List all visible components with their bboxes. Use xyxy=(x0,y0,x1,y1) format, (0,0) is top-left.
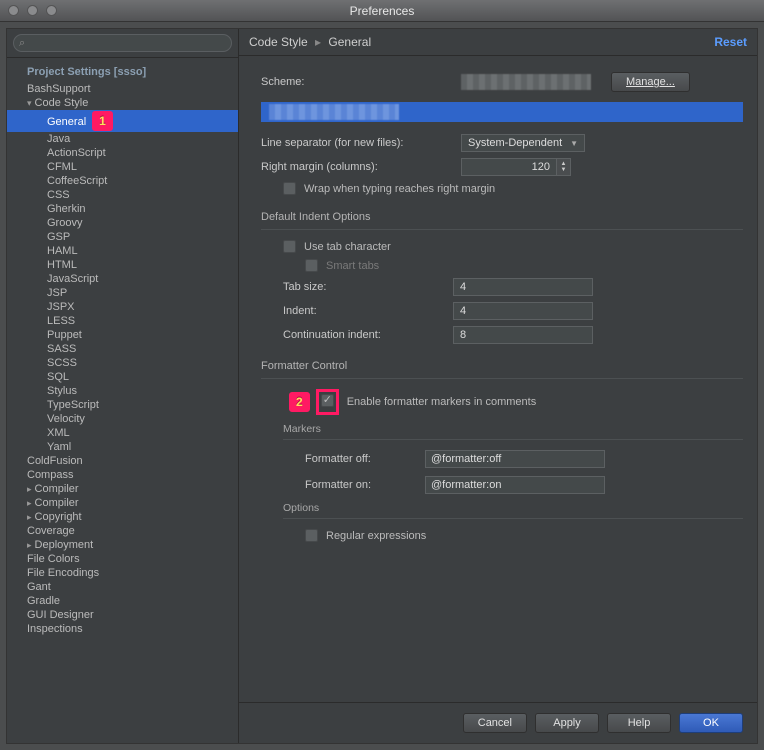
sidebar-item-file-colors[interactable]: File Colors xyxy=(7,552,238,566)
sidebar-subitem-actionscript[interactable]: ActionScript xyxy=(7,146,238,160)
sidebar-item-coverage[interactable]: Coverage xyxy=(7,524,238,538)
sidebar-subitem-sql[interactable]: SQL xyxy=(7,370,238,384)
sidebar-item-gant[interactable]: Gant xyxy=(7,580,238,594)
callout-1-badge: 1 xyxy=(92,111,113,131)
chevron-down-icon: ▼ xyxy=(570,139,578,148)
sidebar-item-code-style[interactable]: Code Style xyxy=(7,96,238,110)
sidebar-subitem-puppet[interactable]: Puppet xyxy=(7,328,238,342)
formatter-on-input[interactable] xyxy=(425,476,605,494)
wrap-checkbox[interactable] xyxy=(283,182,296,195)
sidebar-subitem-less[interactable]: LESS xyxy=(7,314,238,328)
sidebar-subitem-groovy[interactable]: Groovy xyxy=(7,216,238,230)
sidebar-item-file-encodings[interactable]: File Encodings xyxy=(7,566,238,580)
sidebar-item-gradle[interactable]: Gradle xyxy=(7,594,238,608)
use-tab-label: Use tab character xyxy=(304,241,391,253)
sidebar-subitem-gsp[interactable]: GSP xyxy=(7,230,238,244)
scheme-label: Scheme: xyxy=(261,76,461,88)
options-subtitle: Options xyxy=(261,502,743,514)
scheme-banner xyxy=(261,102,743,122)
enable-formatter-markers-checkbox[interactable] xyxy=(321,394,334,407)
minimize-window-icon[interactable] xyxy=(27,5,38,16)
line-sep-select[interactable]: System-Dependent ▼ xyxy=(461,134,585,152)
sidebar-subitem-sass[interactable]: SASS xyxy=(7,342,238,356)
sidebar-item-gui-designer[interactable]: GUI Designer xyxy=(7,608,238,622)
sidebar-subitem-jspx[interactable]: JSPX xyxy=(7,300,238,314)
sidebar-subitem-velocity[interactable]: Velocity xyxy=(7,412,238,426)
apply-button[interactable]: Apply xyxy=(535,713,599,733)
indent-section-title: Default Indent Options xyxy=(261,211,743,223)
project-settings-header: Project Settings [ssso] xyxy=(7,62,238,82)
cancel-button[interactable]: Cancel xyxy=(463,713,527,733)
tab-size-input[interactable] xyxy=(453,278,593,296)
sidebar-subitem-coffeescript[interactable]: CoffeeScript xyxy=(7,174,238,188)
line-sep-value: System-Dependent xyxy=(468,137,562,149)
sidebar-item-coldfusion[interactable]: ColdFusion xyxy=(7,454,238,468)
close-window-icon[interactable] xyxy=(8,5,19,16)
callout-2-badge: 2 xyxy=(289,392,310,412)
sidebar-subitem-java[interactable]: Java xyxy=(7,132,238,146)
sidebar-subitem-haml[interactable]: HAML xyxy=(7,244,238,258)
callout-2-highlight xyxy=(316,389,339,415)
formatter-on-label: Formatter on: xyxy=(305,479,425,491)
sidebar-subitem-css[interactable]: CSS xyxy=(7,188,238,202)
chevron-right-icon: ▸ xyxy=(315,35,321,49)
sidebar-subitem-javascript[interactable]: JavaScript xyxy=(7,272,238,286)
use-tab-checkbox[interactable] xyxy=(283,240,296,253)
right-margin-label: Right margin (columns): xyxy=(261,161,461,173)
wrap-label: Wrap when typing reaches right margin xyxy=(304,183,495,195)
formatter-off-input[interactable] xyxy=(425,450,605,468)
breadcrumb-root[interactable]: Code Style xyxy=(249,35,308,49)
sidebar-subitem-scss[interactable]: SCSS xyxy=(7,356,238,370)
regex-checkbox[interactable] xyxy=(305,529,318,542)
banner-text-redacted xyxy=(269,104,399,120)
sidebar-subitem-general[interactable]: General1 xyxy=(7,110,238,132)
indent-input[interactable] xyxy=(453,302,593,320)
smart-tabs-checkbox xyxy=(305,259,318,272)
spinner-arrows-icon[interactable]: ▲▼ xyxy=(557,158,571,176)
cont-indent-label: Continuation indent: xyxy=(283,329,453,341)
help-button[interactable]: Help xyxy=(607,713,671,733)
sidebar-item-bashsupport[interactable]: BashSupport xyxy=(7,82,238,96)
sidebar-item-inspections[interactable]: Inspections xyxy=(7,622,238,636)
manage-scheme-button[interactable]: Manage... xyxy=(611,72,690,92)
ok-button[interactable]: OK xyxy=(679,713,743,733)
breadcrumb: Code Style ▸ General Reset xyxy=(239,29,757,56)
formatter-section-title: Formatter Control xyxy=(261,360,743,372)
sidebar-item-deployment[interactable]: Deployment xyxy=(7,538,238,552)
sidebar-subitem-stylus[interactable]: Stylus xyxy=(7,384,238,398)
sidebar-subitem-jsp[interactable]: JSP xyxy=(7,286,238,300)
search-icon: ⌕ xyxy=(19,37,25,50)
formatter-off-label: Formatter off: xyxy=(305,453,425,465)
sidebar-subitem-xml[interactable]: XML xyxy=(7,426,238,440)
scheme-name-redacted xyxy=(461,74,591,90)
cont-indent-input[interactable] xyxy=(453,326,593,344)
tab-size-label: Tab size: xyxy=(283,281,453,293)
window-title: Preferences xyxy=(0,4,764,18)
reset-link[interactable]: Reset xyxy=(714,35,747,49)
sidebar-subitem-typescript[interactable]: TypeScript xyxy=(7,398,238,412)
regex-label: Regular expressions xyxy=(326,530,426,542)
settings-tree[interactable]: Project Settings [ssso] BashSupport Code… xyxy=(7,58,238,743)
zoom-window-icon[interactable] xyxy=(46,5,57,16)
sidebar-subitem-cfml[interactable]: CFML xyxy=(7,160,238,174)
sidebar-item-compiler[interactable]: Compiler xyxy=(7,496,238,510)
sidebar-item-copyright[interactable]: Copyright xyxy=(7,510,238,524)
sidebar-subitem-html[interactable]: HTML xyxy=(7,258,238,272)
indent-label: Indent: xyxy=(283,305,453,317)
traffic-lights xyxy=(8,5,57,16)
search-input[interactable] xyxy=(13,34,232,52)
sidebar-subitem-gherkin[interactable]: Gherkin xyxy=(7,202,238,216)
sidebar-subitem-yaml[interactable]: Yaml xyxy=(7,440,238,454)
sidebar-item-compass[interactable]: Compass xyxy=(7,468,238,482)
sidebar-item-compiler[interactable]: Compiler xyxy=(7,482,238,496)
window-titlebar: Preferences xyxy=(0,0,764,22)
breadcrumb-leaf: General xyxy=(328,35,371,49)
smart-tabs-label: Smart tabs xyxy=(326,260,379,272)
enable-formatter-markers-label: Enable formatter markers in comments xyxy=(347,396,537,408)
right-margin-input[interactable] xyxy=(461,158,557,176)
markers-subtitle: Markers xyxy=(261,423,743,435)
line-sep-label: Line separator (for new files): xyxy=(261,137,461,149)
